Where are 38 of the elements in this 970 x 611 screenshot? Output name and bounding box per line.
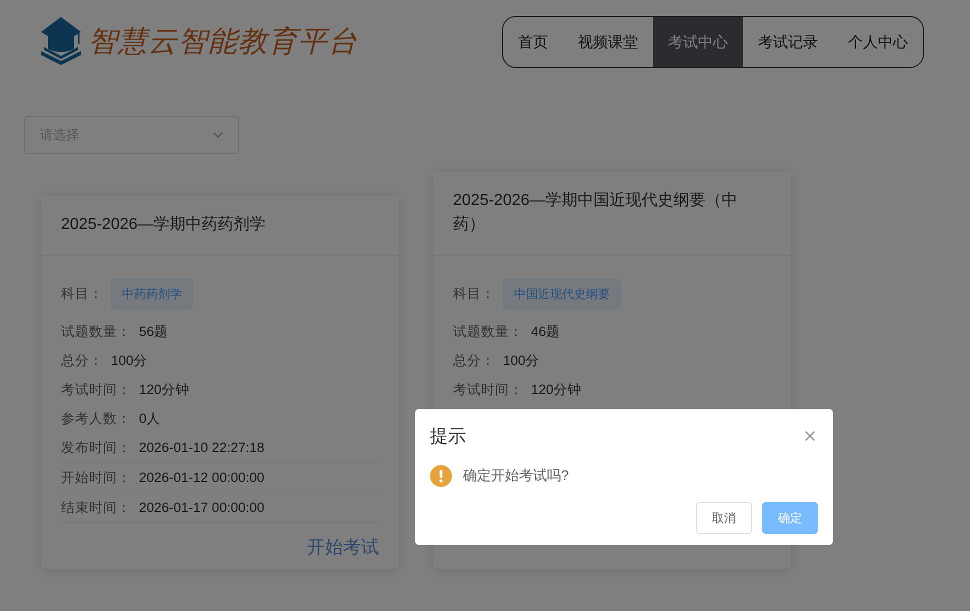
warning-icon [430, 465, 452, 487]
field-label: 开始时间： [61, 468, 131, 486]
nav-item[interactable]: 首页 [503, 17, 563, 67]
field-value: 120分钟 [531, 380, 582, 398]
field-label: 科目： [453, 285, 495, 303]
field-label: 结束时间： [61, 498, 131, 516]
cancel-button[interactable]: 取消 [696, 502, 752, 534]
dialog-title: 提示 [430, 425, 466, 448]
field-label: 总分： [61, 352, 103, 370]
field-label: 试题数量： [453, 322, 523, 340]
nav-item[interactable]: 个人中心 [833, 17, 923, 67]
field-label: 发布时间： [61, 438, 131, 456]
field-value: 2026-01-12 00:00:00 [139, 470, 264, 485]
dialog-message: 确定开始考试吗? [463, 467, 569, 485]
field-label: 考试时间： [453, 380, 523, 398]
field-value: 100分 [503, 352, 540, 370]
exam-title: 2025-2026—学期中国近现代史纲要（中药） [453, 192, 738, 233]
field-value: 100分 [111, 352, 148, 370]
field-label: 考试时间： [61, 380, 131, 398]
field-value: 46题 [531, 322, 560, 340]
field-value: 2026-01-10 22:27:18 [139, 440, 264, 455]
field-label: 参考人数： [61, 410, 131, 428]
nav-item[interactable]: 考试记录 [743, 17, 833, 67]
graduation-cap-icon [40, 17, 82, 67]
subject-tag: 中国近现代史纲要 [503, 279, 621, 309]
field-value: 120分钟 [139, 380, 190, 398]
exam-title: 2025-2026—学期中药药剂学 [61, 216, 266, 233]
nav-item[interactable]: 视频课堂 [563, 17, 653, 67]
field-value: 2026-01-17 00:00:00 [139, 500, 264, 515]
field-value: 56题 [139, 322, 168, 340]
field-label: 总分： [453, 352, 495, 370]
field-label: 科目： [61, 285, 103, 303]
logo-text: 智慧云智能教育平台 [88, 23, 358, 60]
nav-item[interactable]: 考试中心 [653, 17, 743, 67]
field-label: 试题数量： [61, 322, 131, 340]
subject-tag: 中药药剂学 [111, 279, 193, 309]
start-exam-link[interactable]: 开始考试 [307, 535, 379, 559]
field-value: 0人 [139, 410, 161, 428]
